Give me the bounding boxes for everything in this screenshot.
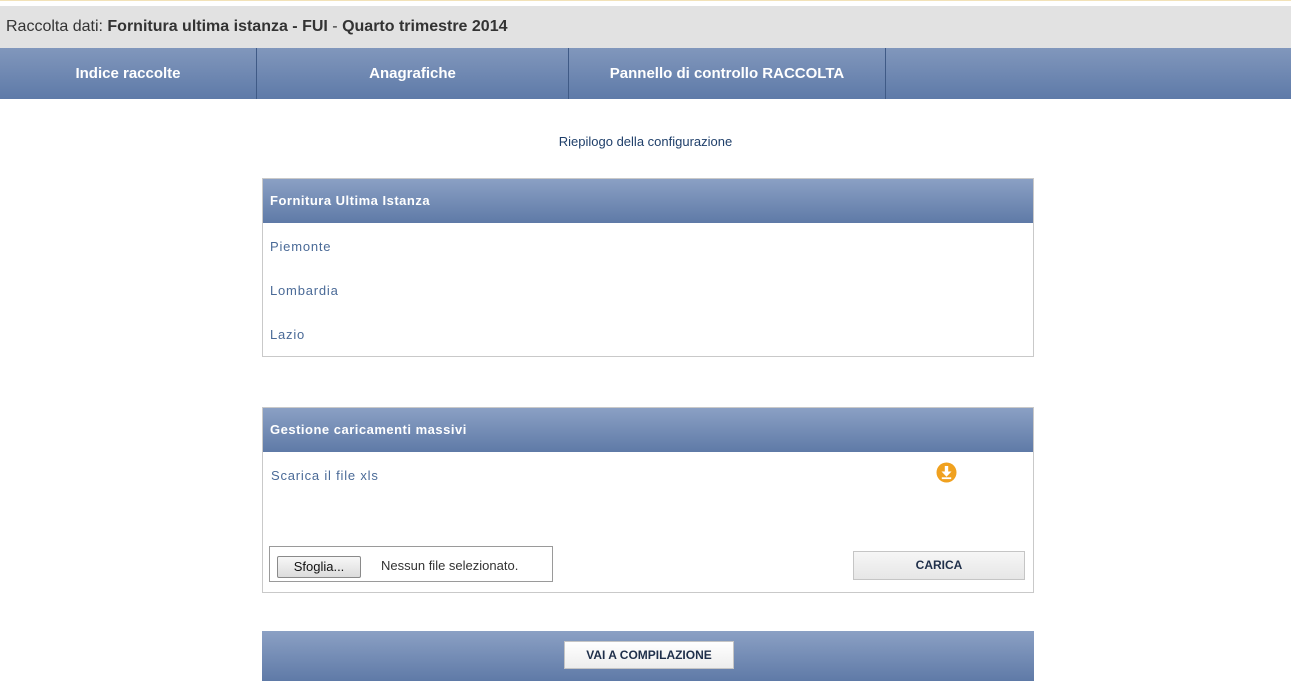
file-status-text: Nessun file selezionato.	[381, 558, 519, 573]
region-link-lombardia[interactable]: Lombardia	[270, 283, 339, 298]
bulk-upload-panel-header: Gestione caricamenti massivi	[263, 408, 1033, 452]
nav-separator	[885, 48, 886, 99]
main-navbar: Indice raccolte Anagrafiche Pannello di …	[0, 48, 1291, 99]
region-link-piemonte[interactable]: Piemonte	[270, 239, 331, 254]
collection-title-bar: Raccolta dati: Fornitura ultima istanza …	[0, 6, 1291, 48]
title-separator: -	[327, 18, 343, 35]
nav-item-pannello-controllo[interactable]: Pannello di controllo RACCOLTA	[569, 48, 885, 99]
bulk-upload-panel: Gestione caricamenti massivi Scarica il …	[262, 407, 1034, 593]
title-prefix: Raccolta dati:	[6, 18, 108, 35]
go-to-compilation-button[interactable]: VAI A COMPILAZIONE	[564, 641, 734, 669]
configuration-summary-link[interactable]: Riepilogo della configurazione	[0, 134, 1291, 149]
upload-button[interactable]: CARICA	[853, 551, 1025, 580]
compile-footer-bar: VAI A COMPILAZIONE	[262, 631, 1034, 681]
nav-item-anagrafiche[interactable]: Anagrafiche	[257, 48, 568, 99]
region-link-lazio[interactable]: Lazio	[270, 327, 305, 342]
supply-panel: Fornitura Ultima Istanza Piemonte Lombar…	[262, 178, 1034, 357]
browse-button[interactable]: Sfoglia...	[277, 556, 361, 578]
supply-panel-header: Fornitura Ultima Istanza	[263, 179, 1033, 223]
collection-name: Fornitura ultima istanza - FUI	[107, 18, 328, 35]
nav-item-indice-raccolte[interactable]: Indice raccolte	[0, 48, 256, 99]
download-circle-icon[interactable]	[936, 462, 957, 483]
download-xls-link[interactable]: Scarica il file xls	[271, 468, 379, 483]
file-input[interactable]: Sfoglia... Nessun file selezionato.	[269, 546, 553, 582]
page: Raccolta dati: Fornitura ultima istanza …	[0, 0, 1291, 693]
collection-period: Quarto trimestre 2014	[342, 18, 508, 35]
